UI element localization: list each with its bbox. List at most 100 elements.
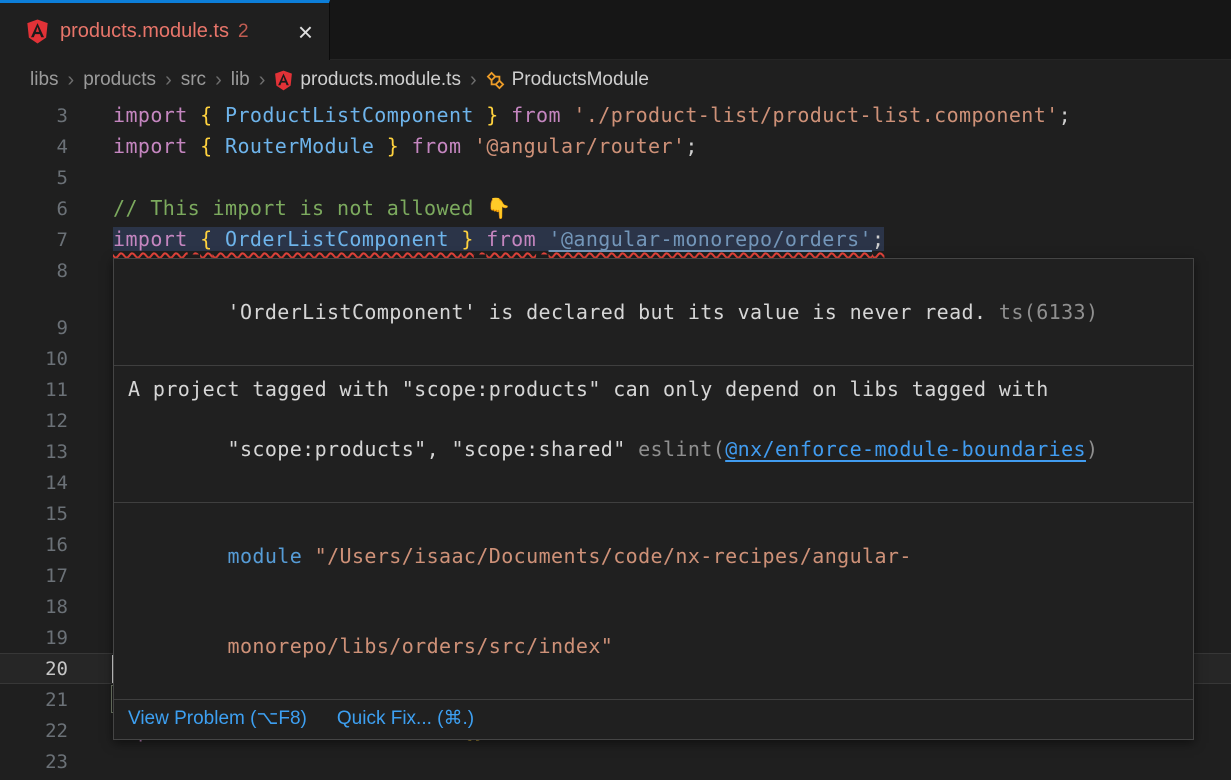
breadcrumb-item-products[interactable]: products: [83, 69, 156, 91]
ts-diagnostic-message: 'OrderListComponent' is declared but its…: [228, 300, 987, 324]
code-token: [474, 227, 486, 251]
code-token: from: [511, 103, 561, 127]
line-number: 16: [0, 534, 68, 556]
breadcrumb-separator: ›: [165, 69, 172, 92]
code-token: [188, 134, 200, 158]
line-number: 22: [0, 720, 68, 742]
code-text: import { RouterModule } from '@angular/r…: [68, 131, 698, 162]
code-line-4[interactable]: 4import { RouterModule } from '@angular/…: [0, 131, 1231, 162]
line-number: 14: [0, 472, 68, 494]
module-path: module "/Users/isaac/Documents/code/nx-r…: [114, 503, 1193, 699]
line-number: 12: [0, 410, 68, 432]
quick-fix-link[interactable]: Quick Fix... (⌘.): [337, 707, 474, 730]
code-token: ;: [1059, 103, 1071, 127]
code-token: ;: [872, 227, 884, 251]
line-number: 4: [0, 136, 68, 158]
code-text: import { OrderListComponent } from '@ang…: [68, 224, 884, 255]
code-token: }: [486, 103, 498, 127]
line-number: 17: [0, 565, 68, 587]
angular-icon: [26, 19, 49, 44]
close-icon[interactable]: ×: [298, 19, 313, 45]
ts-diagnostic-source: ts(6133): [986, 300, 1098, 324]
code-token: from: [486, 227, 536, 251]
line-number: 21: [0, 689, 68, 711]
code-token: from: [412, 134, 462, 158]
code-token: OrderListComponent: [213, 227, 462, 251]
code-token: // This import is not allowed 👇: [113, 196, 512, 220]
code-token: '@angular/router': [474, 134, 686, 158]
code-line-7[interactable]: 7 import { OrderListComponent } from '@an…: [0, 224, 1231, 255]
line-number: 15: [0, 503, 68, 525]
code-token: }: [387, 134, 399, 158]
hover-status-bar: View Problem (⌥F8) Quick Fix... (⌘.): [114, 699, 1193, 739]
code-token: ;: [685, 134, 697, 158]
line-number: 5: [0, 167, 68, 189]
code-token: RouterModule: [213, 134, 387, 158]
code-token: }: [461, 227, 473, 251]
error-squiggle-highlight: import { OrderListComponent } from '@ang…: [113, 227, 884, 251]
editor-tab[interactable]: products.module.ts 2 ×: [0, 0, 330, 60]
module-keyword: module: [228, 544, 315, 568]
breadcrumb-separator: ›: [259, 69, 266, 92]
line-number: 23: [0, 751, 68, 773]
eslint-diagnostic: A project tagged with "scope:products" c…: [114, 366, 1193, 502]
line-number: 20: [0, 658, 68, 680]
code-token: [499, 103, 511, 127]
code-token: {: [200, 134, 212, 158]
breadcrumb-label: lib: [231, 69, 250, 91]
vscode-window: products.module.ts 2 × libs › products › src…: [0, 0, 1231, 780]
breadcrumb-item-libs[interactable]: libs: [30, 69, 59, 91]
code-token: [399, 134, 411, 158]
view-problem-link[interactable]: View Problem (⌥F8): [128, 707, 307, 730]
code-token: [536, 227, 548, 251]
eslint-message-line1: A project tagged with "scope:products" c…: [128, 374, 1179, 404]
code-token: [188, 227, 200, 251]
code-text: // This import is not allowed 👇: [68, 193, 512, 224]
breadcrumb-item-productsmodule[interactable]: ProductsModule: [486, 69, 649, 91]
code-token: {: [200, 103, 212, 127]
breadcrumb-separator: ›: [470, 69, 477, 92]
code-token: [461, 134, 473, 158]
code-token: [561, 103, 573, 127]
code-token: import: [113, 134, 188, 158]
ts-diagnostic: 'OrderListComponent' is declared but its…: [114, 259, 1193, 365]
hover-popup: 'OrderListComponent' is declared but its…: [113, 258, 1194, 740]
code-token: './product-list/product-list.component': [573, 103, 1058, 127]
tab-bar: products.module.ts 2 ×: [0, 0, 1231, 60]
line-number: 11: [0, 379, 68, 401]
line-number: 9: [0, 317, 68, 339]
breadcrumb-item-src[interactable]: src: [181, 69, 206, 91]
module-path-line2: monorepo/libs/orders/src/index": [228, 634, 614, 658]
breadcrumb: libs › products › src › lib › products.module.ts…: [0, 60, 1231, 100]
line-number: 19: [0, 627, 68, 649]
eslint-rule-link[interactable]: @nx/enforce-module-boundaries: [725, 437, 1086, 461]
class-icon: [486, 70, 505, 91]
breadcrumb-label: libs: [30, 69, 59, 91]
code-token: {: [200, 227, 212, 251]
breadcrumb-label: ProductsModule: [512, 69, 649, 91]
code-line-3[interactable]: 3import { ProductListComponent } from '.…: [0, 100, 1231, 131]
line-number: 18: [0, 596, 68, 618]
breadcrumb-separator: ›: [215, 69, 222, 92]
code-line-6[interactable]: 6 // This import is not allowed 👇: [0, 193, 1231, 224]
code-token: '@angular-monorepo/orders': [549, 227, 872, 251]
eslint-message-line2: "scope:products", "scope:shared": [228, 437, 639, 461]
code-token: import: [113, 227, 188, 251]
line-number: 8: [0, 260, 68, 282]
line-number: 10: [0, 348, 68, 370]
breadcrumb-separator: ›: [68, 69, 75, 92]
line-number: 3: [0, 105, 68, 127]
breadcrumb-item-lib[interactable]: lib: [231, 69, 250, 91]
breadcrumb-label: products: [83, 69, 156, 91]
line-number: 7: [0, 229, 68, 251]
code-line-23[interactable]: 23: [0, 746, 1231, 777]
code-text: import { ProductListComponent } from './…: [68, 100, 1071, 131]
breadcrumb-item-products-module-ts[interactable]: products.module.ts: [274, 69, 461, 91]
code-token: import: [113, 103, 188, 127]
code-line-5[interactable]: 5: [0, 162, 1231, 193]
breadcrumb-label: src: [181, 69, 206, 91]
tab-title: products.module.ts: [60, 20, 229, 43]
line-number: 6: [0, 198, 68, 220]
code-token: ProductListComponent: [213, 103, 487, 127]
module-path-line1: "/Users/isaac/Documents/code/nx-recipes/…: [315, 544, 912, 568]
